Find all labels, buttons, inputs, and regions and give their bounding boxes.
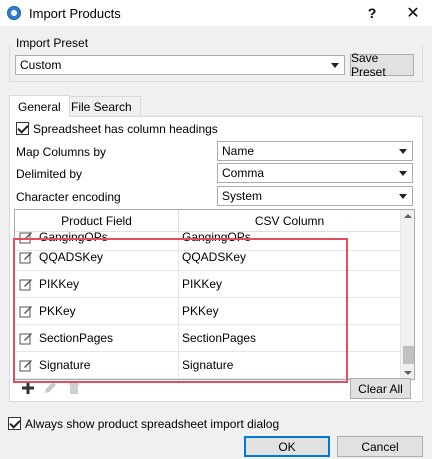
- map-columns-label: Map Columns by: [16, 145, 107, 159]
- scrollbar-thumb[interactable]: [403, 346, 414, 364]
- scroll-down-icon[interactable]: [404, 371, 412, 375]
- ok-button[interactable]: OK: [244, 436, 330, 457]
- delimited-value: Comma: [222, 166, 265, 180]
- pencil-icon[interactable]: [43, 381, 57, 395]
- chevron-down-icon: [399, 149, 407, 154]
- preset-selected-value: Custom: [20, 58, 62, 72]
- cancel-button[interactable]: Cancel: [337, 436, 423, 457]
- save-preset-button[interactable]: Save Preset: [350, 51, 414, 79]
- map-columns-value: Name: [222, 144, 255, 158]
- delimited-label: Delimited by: [16, 167, 83, 181]
- chevron-down-icon: [399, 171, 407, 176]
- delimited-dropdown[interactable]: Comma: [217, 163, 413, 183]
- product-field-cell: PKKey: [39, 304, 76, 318]
- has-headings-checkbox[interactable]: [16, 122, 29, 135]
- edit-icon[interactable]: [19, 358, 33, 372]
- product-field-cell: SectionPages: [39, 331, 114, 345]
- always-show-label: Always show product spreadsheet import d…: [25, 417, 280, 431]
- table-row[interactable]: SectionPages SectionPages: [15, 325, 400, 352]
- help-button[interactable]: ?: [357, 0, 387, 26]
- always-show-checkbox[interactable]: [8, 417, 21, 430]
- encoding-label: Character encoding: [16, 190, 121, 204]
- encoding-value: System: [222, 189, 263, 203]
- table-row[interactable]: PIKKey PIKKey: [15, 271, 400, 298]
- csv-column-cell[interactable]: SectionPages: [179, 325, 400, 351]
- csv-column-cell[interactable]: PKKey: [179, 298, 400, 324]
- map-columns-dropdown[interactable]: Name: [217, 141, 413, 161]
- csv-column-cell[interactable]: Signature: [179, 352, 400, 378]
- edit-icon[interactable]: [19, 331, 33, 345]
- product-field-header[interactable]: Product Field: [15, 210, 179, 232]
- trash-icon[interactable]: [67, 381, 81, 395]
- chevron-down-icon: [399, 194, 407, 199]
- plus-icon[interactable]: [21, 381, 35, 395]
- csv-column-cell[interactable]: PIKKey: [179, 271, 400, 297]
- chevron-down-icon: [331, 63, 339, 68]
- csv-column-header[interactable]: CSV Column: [179, 210, 400, 232]
- product-field-cell: Signature: [39, 358, 91, 372]
- edit-icon[interactable]: [19, 230, 33, 244]
- product-field-cell: PIKKey: [39, 277, 80, 291]
- import-preset-label: Import Preset: [16, 36, 89, 50]
- preset-dropdown[interactable]: Custom: [15, 55, 345, 75]
- table-row[interactable]: QQADSKey QQADSKey: [15, 244, 400, 271]
- scroll-up-icon[interactable]: [404, 214, 412, 218]
- table-scrollbar[interactable]: [400, 210, 414, 379]
- edit-icon[interactable]: [19, 250, 33, 264]
- app-logo-icon: [7, 6, 21, 20]
- has-headings-label: Spreadsheet has column headings: [33, 122, 218, 136]
- encoding-dropdown[interactable]: System: [217, 186, 413, 206]
- clear-all-button[interactable]: Clear All: [350, 378, 411, 399]
- table-row[interactable]: PKKey PKKey: [15, 298, 400, 325]
- window-title: Import Products: [29, 5, 121, 21]
- mapping-table: GangingOPs GangingOPs QQADSKey QQADSKey …: [14, 209, 415, 380]
- csv-column-cell[interactable]: QQADSKey: [179, 244, 400, 270]
- table-row[interactable]: Signature Signature: [15, 352, 400, 379]
- product-field-cell: QQADSKey: [39, 250, 104, 264]
- edit-icon[interactable]: [19, 277, 33, 291]
- title-bar: Import Products ? ✕: [0, 0, 432, 26]
- tab-file-search[interactable]: File Search: [62, 96, 141, 117]
- close-button[interactable]: ✕: [398, 0, 428, 26]
- edit-icon[interactable]: [19, 304, 33, 318]
- tab-general[interactable]: General: [9, 95, 70, 117]
- product-field-cell: GangingOPs: [39, 230, 108, 244]
